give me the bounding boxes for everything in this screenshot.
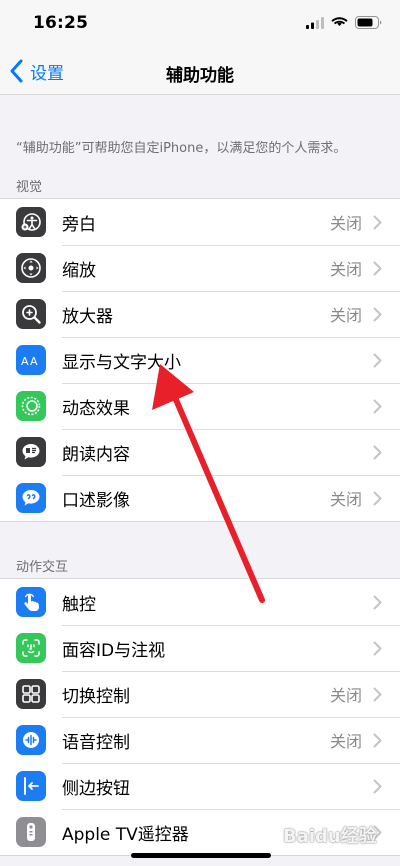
row-spoken-content[interactable]: 朗读内容 bbox=[0, 429, 400, 475]
row-switch-control[interactable]: 切换控制 关闭 bbox=[0, 671, 400, 717]
magnifier-icon bbox=[16, 299, 46, 329]
row-motion[interactable]: 动态效果 bbox=[0, 383, 400, 429]
row-label: 放大器 bbox=[62, 306, 113, 327]
svg-text:A: A bbox=[30, 355, 38, 368]
status-time: 16:25 bbox=[33, 13, 89, 33]
row-value: 关闭 bbox=[329, 732, 362, 751]
tv-remote-icon bbox=[16, 817, 46, 847]
zoom-icon bbox=[16, 253, 46, 283]
chevron-right-icon bbox=[373, 215, 382, 230]
voice-control-icon bbox=[16, 725, 46, 755]
vision-settings-group: 旁白 关闭 缩放 关闭 放大器 关闭 AA 显示与文字大小 动态效果 朗读内容 … bbox=[0, 198, 400, 522]
chevron-right-icon bbox=[373, 445, 382, 460]
page-title: 辅助功能 bbox=[166, 66, 234, 86]
chevron-right-icon bbox=[373, 779, 382, 794]
section-header-physical-motor: 动作交互 bbox=[16, 560, 69, 575]
status-bar: 16:25 bbox=[0, 0, 400, 50]
row-value: 关闭 bbox=[329, 260, 362, 279]
row-value: 关闭 bbox=[329, 490, 362, 509]
navigation-bar: 设置 辅助功能 bbox=[0, 50, 400, 95]
row-voice-control[interactable]: 语音控制 关闭 bbox=[0, 717, 400, 763]
row-label: 旁白 bbox=[62, 214, 96, 235]
row-zoom[interactable]: 缩放 关闭 bbox=[0, 245, 400, 291]
chevron-right-icon bbox=[373, 641, 382, 656]
row-label: 语音控制 bbox=[62, 732, 130, 753]
spoken-content-icon bbox=[16, 437, 46, 467]
touch-icon bbox=[16, 587, 46, 617]
text-size-icon: AA bbox=[16, 345, 46, 375]
home-indicator[interactable] bbox=[131, 853, 271, 858]
row-label: Apple TV遥控器 bbox=[62, 824, 189, 845]
row-audio-descriptions[interactable]: 口述影像 关闭 bbox=[0, 475, 400, 521]
cellular-signal-icon bbox=[306, 16, 324, 29]
row-face-id-attention[interactable]: 面容ID与注视 bbox=[0, 625, 400, 671]
chevron-right-icon bbox=[373, 353, 382, 368]
audio-description-icon bbox=[16, 483, 46, 513]
row-value: 关闭 bbox=[329, 214, 362, 233]
row-magnifier[interactable]: 放大器 关闭 bbox=[0, 291, 400, 337]
chevron-right-icon bbox=[373, 491, 382, 506]
row-label: 动态效果 bbox=[62, 398, 130, 419]
row-label: 显示与文字大小 bbox=[62, 352, 181, 373]
row-value: 关闭 bbox=[329, 306, 362, 325]
side-button-icon bbox=[16, 771, 46, 801]
row-label: 缩放 bbox=[62, 260, 96, 281]
switch-control-icon bbox=[16, 679, 46, 709]
voiceover-icon bbox=[16, 207, 46, 237]
physical-motor-settings-group: 触控 面容ID与注视 切换控制 关闭 语音控制 关闭 侧边按钮 Apple TV… bbox=[0, 578, 400, 856]
row-label: 侧边按钮 bbox=[62, 778, 130, 799]
row-label: 切换控制 bbox=[62, 686, 130, 707]
row-label: 口述影像 bbox=[62, 490, 130, 511]
face-id-icon bbox=[16, 633, 46, 663]
chevron-right-icon bbox=[373, 733, 382, 748]
row-display-text-size[interactable]: AA 显示与文字大小 bbox=[0, 337, 400, 383]
section-header-vision: 视觉 bbox=[16, 180, 43, 195]
chevron-right-icon bbox=[373, 595, 382, 610]
row-label: 触控 bbox=[62, 594, 96, 615]
chevron-right-icon bbox=[373, 399, 382, 414]
row-value: 关闭 bbox=[329, 686, 362, 705]
row-touch[interactable]: 触控 bbox=[0, 579, 400, 625]
baidu-watermark: Baidu经验 bbox=[283, 826, 377, 847]
chevron-right-icon bbox=[373, 261, 382, 276]
row-voiceover[interactable]: 旁白 关闭 bbox=[0, 199, 400, 245]
status-icons bbox=[306, 16, 382, 29]
chevron-right-icon bbox=[373, 307, 382, 322]
page-description: “辅助功能”可帮助您自定iPhone，以满足您的个人需求。 bbox=[16, 141, 347, 156]
row-side-button[interactable]: 侧边按钮 bbox=[0, 763, 400, 809]
battery-icon bbox=[355, 16, 382, 29]
row-label: 朗读内容 bbox=[62, 444, 130, 465]
chevron-right-icon bbox=[373, 687, 382, 702]
svg-text:A: A bbox=[21, 355, 29, 368]
motion-icon bbox=[16, 391, 46, 421]
row-label: 面容ID与注视 bbox=[62, 640, 166, 661]
wifi-icon bbox=[331, 16, 348, 26]
